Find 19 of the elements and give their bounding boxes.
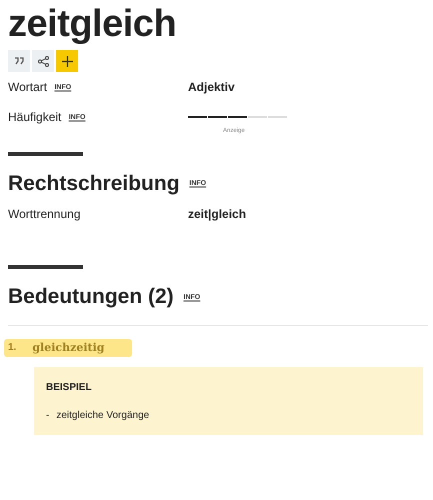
share-button[interactable]	[32, 50, 54, 72]
quote-button[interactable]	[8, 50, 30, 72]
property-label: Worttrennung	[8, 207, 80, 222]
bullet-dash: -	[46, 410, 50, 421]
example-heading: BEISPIEL	[46, 382, 93, 393]
meaning-number: 1.	[8, 342, 16, 353]
quote-icon	[14, 57, 24, 65]
word-title: zeitgleich	[8, 2, 178, 46]
property-value: zeit|gleich	[188, 207, 246, 222]
section-heading: Rechtschreibung	[8, 172, 180, 195]
add-button[interactable]	[56, 50, 78, 72]
property-label: Häufigkeit	[8, 110, 62, 124]
property-label: Wortart	[8, 80, 48, 94]
example-text: zeitgleiche Vorgänge	[56, 410, 150, 421]
plus-icon	[62, 56, 72, 66]
share-icon	[38, 56, 48, 66]
property-value: Adjektiv	[188, 80, 235, 94]
meaning-text: gleichzeitig	[32, 340, 104, 354]
section-heading: Bedeutungen (2)	[8, 285, 174, 308]
